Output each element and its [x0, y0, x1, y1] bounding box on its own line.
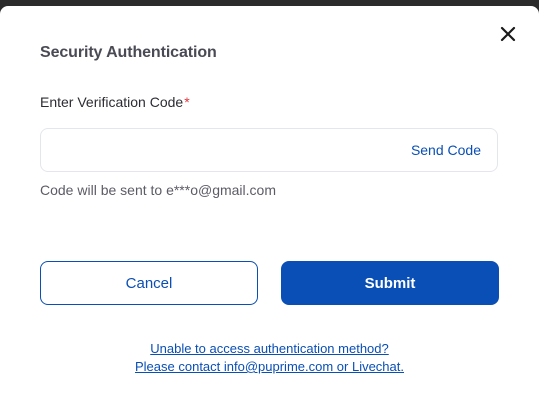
dialog-title: Security Authentication [40, 44, 217, 61]
close-icon [500, 26, 516, 42]
verification-code-label-text: Enter Verification Code [40, 94, 184, 110]
send-code-button[interactable]: Send Code [411, 142, 481, 158]
verification-code-label: Enter Verification Code* [40, 94, 190, 110]
unable-to-access-link[interactable]: Unable to access authentication method? [0, 341, 539, 356]
required-marker: * [184, 94, 190, 110]
verification-code-field: Send Code [40, 128, 498, 172]
cancel-button[interactable]: Cancel [40, 261, 258, 305]
submit-button[interactable]: Submit [281, 261, 499, 305]
contact-support-link[interactable]: Please contact info@puprime.com or Livec… [0, 359, 539, 374]
verification-code-input[interactable] [41, 129, 381, 171]
close-button[interactable] [499, 25, 517, 43]
security-authentication-dialog: Security Authentication Enter Verificati… [0, 6, 539, 411]
code-destination-hint: Code will be sent to e***o@gmail.com [40, 182, 276, 198]
